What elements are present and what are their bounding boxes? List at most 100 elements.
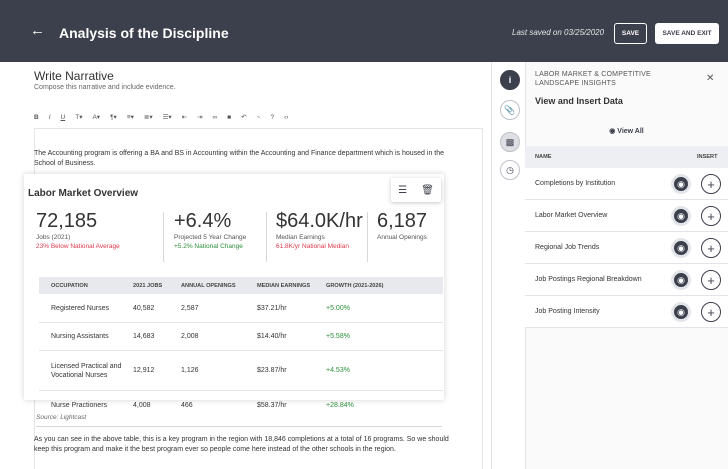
text-color-icon[interactable]: A▾ [92, 113, 100, 121]
strike-icon[interactable]: ~ [257, 114, 261, 121]
view-all-link[interactable]: ◉ View All [525, 127, 728, 135]
stat-change: 61.8K/yr National Median [276, 243, 349, 250]
italic-icon[interactable]: I [49, 114, 51, 121]
list-item: Job Posting Intensity ◉ + [525, 296, 728, 328]
page-title: Analysis of the Discipline [59, 25, 229, 41]
paragraph-icon[interactable]: ¶▾ [110, 113, 117, 121]
insert-plus-icon[interactable]: + [701, 174, 721, 194]
view-eye-icon[interactable]: ◉ [671, 206, 691, 226]
info-icon[interactable]: i [500, 70, 520, 90]
list-item: Labor Market Overview ◉ + [525, 200, 728, 232]
cell-openings: 2,587 [181, 304, 199, 312]
view-eye-icon[interactable]: ◉ [671, 302, 691, 322]
code-icon[interactable]: ‹› [284, 114, 288, 121]
item-name: Job Posting Intensity [535, 308, 600, 315]
cell-growth: +5.58% [326, 333, 350, 340]
occupation-table: OCCUPATION 2021 JOBS ANNUAL OPENINGS MED… [39, 277, 443, 419]
col-earnings: MEDIAN EARNINGS [257, 282, 311, 289]
stat-label: Annual Openings [377, 234, 427, 241]
last-saved-text: Last saved on 03/25/2020 [512, 28, 605, 37]
view-eye-icon[interactable]: ◉ [671, 238, 691, 258]
insert-plus-icon[interactable]: + [701, 270, 721, 290]
side-icon-rail: i 📎 ▩ ◷ [491, 62, 525, 469]
link-icon[interactable]: ∞ [213, 114, 218, 121]
table-row: Registered Nurses 40,582 2,587 $37.21/hr… [39, 294, 443, 323]
cell-earnings: $14.40/hr [257, 333, 287, 340]
text-size-icon[interactable]: T▾ [75, 113, 82, 121]
attachment-icon[interactable]: 📎 [500, 100, 520, 120]
help-icon[interactable]: ? [270, 114, 274, 121]
cell-earnings: $37.21/hr [257, 304, 287, 312]
cell-jobs: 40,582 [133, 304, 155, 312]
closing-paragraph[interactable]: As you can see in the above table, this … [34, 435, 454, 454]
section-title: Write Narrative [34, 69, 114, 83]
cell-jobs: 14,683 [133, 333, 155, 340]
col-openings: ANNUAL OPENINGS [181, 282, 236, 289]
bullet-list-icon[interactable]: ☰▾ [163, 113, 172, 121]
list-item: Completions by Institution ◉ + [525, 168, 728, 200]
source-note: Source: Lightcast [36, 414, 87, 421]
top-header: ← Analysis of the Discipline Last saved … [0, 0, 728, 62]
save-and-exit-button[interactable]: SAVE AND EXIT [655, 23, 719, 44]
stat-change: 23% Below National Average [36, 243, 120, 250]
intro-paragraph[interactable]: The Accounting program is offering a BA … [34, 149, 454, 169]
stat-change: +5.2% National Change [174, 243, 243, 250]
stat-divider [266, 212, 267, 262]
insert-plus-icon[interactable]: + [701, 206, 721, 226]
col-growth: GROWTH (2021-2026) [326, 282, 384, 289]
bold-icon[interactable]: B [34, 114, 39, 121]
stat-label: Projected 5 Year Change [174, 234, 247, 241]
list-item: Job Postings Regional Breakdown ◉ + [525, 264, 728, 296]
item-name: Completions by Institution [535, 180, 616, 187]
stat-jobs: 72,185 Jobs (2021) 23% Below National Av… [36, 210, 120, 250]
stat-label: Jobs (2021) [36, 234, 71, 241]
bar-chart-icon[interactable]: ▩ [500, 132, 520, 152]
insert-plus-icon[interactable]: + [701, 302, 721, 322]
ordered-list-icon[interactable]: ≣▾ [144, 113, 153, 121]
card-actions: ☰ 🗑 [391, 178, 441, 202]
eye-icon: ◉ [609, 128, 616, 135]
save-button[interactable]: SAVE [614, 23, 647, 44]
stat-median-earnings: $64.0K/hr Median Earnings 61.8K/yr Natio… [276, 210, 363, 250]
cell-jobs: 12,912 [133, 367, 155, 374]
cell-jobs: 4,008 [133, 401, 151, 409]
item-name: Labor Market Overview [535, 212, 608, 219]
list-item: Regional Job Trends ◉ + [525, 232, 728, 264]
cell-earnings: $23.87/hr [257, 367, 287, 374]
align-icon[interactable]: ≡▾ [127, 113, 134, 121]
cell-growth: +5.00% [326, 304, 350, 312]
edit-icon[interactable]: ☰ [398, 185, 407, 196]
stat-label: Median Earnings [276, 234, 325, 241]
divider [36, 426, 442, 427]
view-eye-icon[interactable]: ◉ [671, 174, 691, 194]
col-jobs: 2021 JOBS [133, 282, 163, 289]
close-icon[interactable]: ✕ [706, 73, 714, 84]
cell-occupation: Registered Nurses [51, 304, 109, 312]
stat-divider [367, 212, 368, 262]
stat-value: +6.4% [174, 210, 232, 232]
underline-icon[interactable]: U [61, 114, 66, 121]
indent-icon[interactable]: ⇥ [197, 113, 202, 121]
view-all-label: View All [617, 128, 644, 135]
cell-openings: 2,008 [181, 333, 199, 340]
block-icon[interactable]: ■ [227, 114, 231, 121]
trash-icon[interactable]: 🗑 [421, 185, 434, 196]
back-arrow-icon[interactable]: ← [30, 23, 45, 38]
insert-plus-icon[interactable]: + [701, 238, 721, 258]
format-toolbar: B I U T▾ A▾ ¶▾ ≡▾ ≣▾ ☰▾ ⇤ ⇥ ∞ ■ ↶ ~ ? ‹› [34, 110, 479, 124]
table-row: Licensed Practical and Vocational Nurses… [39, 351, 443, 391]
stat-projected-change: +6.4% Projected 5 Year Change +5.2% Nati… [174, 210, 246, 250]
panel-title: View and Insert Data [535, 96, 623, 106]
outdent-icon[interactable]: ⇤ [182, 113, 187, 121]
history-icon[interactable]: ◷ [500, 160, 520, 180]
item-name: Job Postings Regional Breakdown [535, 276, 642, 283]
undo-icon[interactable]: ↶ [241, 113, 246, 121]
view-eye-icon[interactable]: ◉ [671, 270, 691, 290]
cell-growth: +28.84% [326, 401, 354, 409]
col-name: NAME [535, 154, 552, 160]
table-row: Nurse Practioners 4,008 466 $58.37/hr +2… [39, 391, 443, 419]
cell-openings: 466 [181, 401, 193, 409]
col-occupation: OCCUPATION [51, 282, 88, 289]
cell-occupation: Nurse Practioners [51, 401, 108, 409]
table-header: OCCUPATION 2021 JOBS ANNUAL OPENINGS MED… [39, 277, 443, 294]
